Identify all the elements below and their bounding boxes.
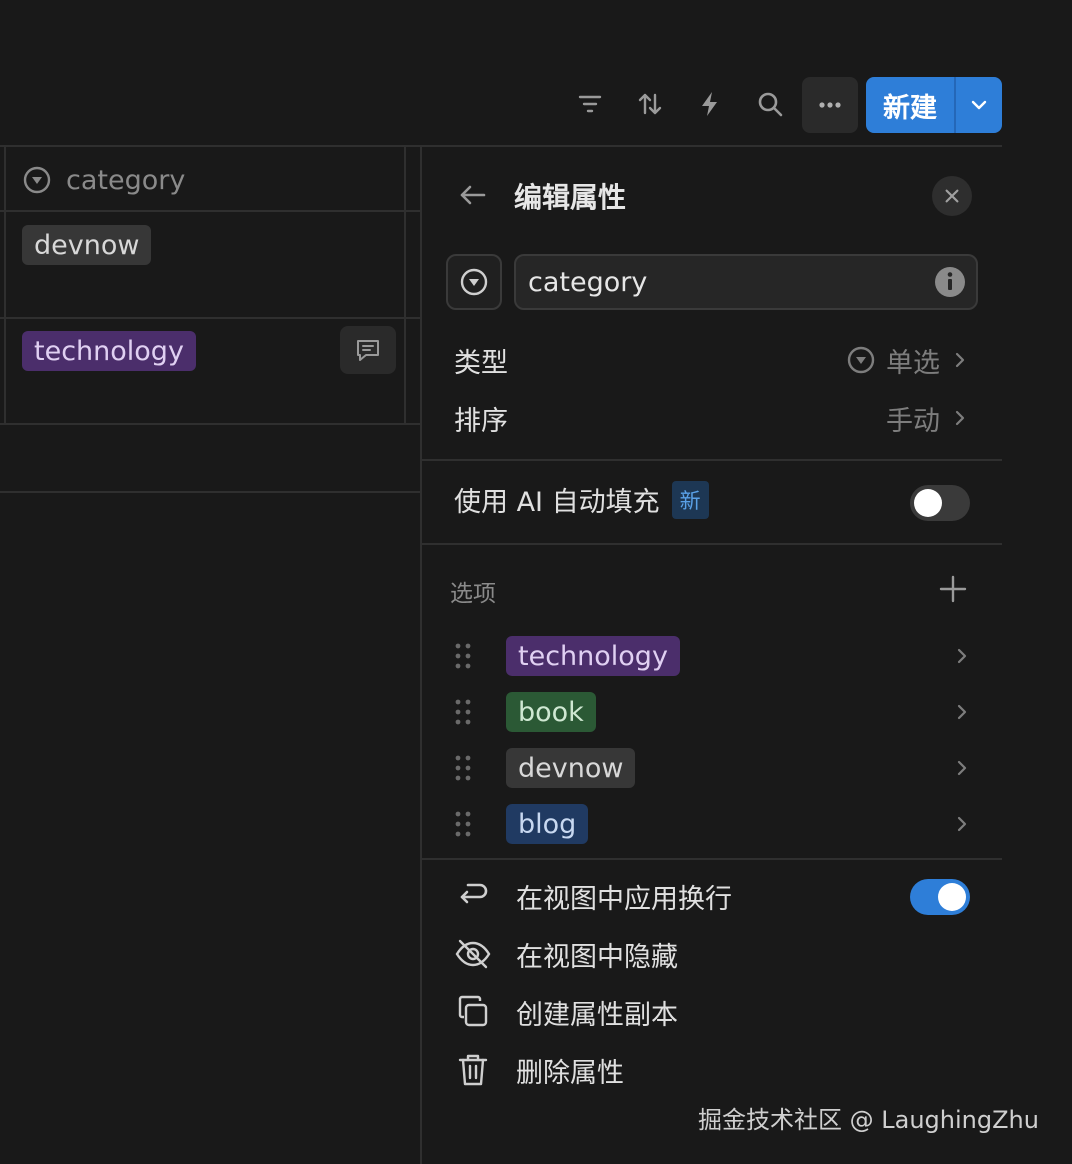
sort-label: 排序 [454, 405, 508, 437]
chevron-right-icon [955, 410, 965, 426]
duplicate-property-row[interactable]: 创建属性副本 [454, 988, 974, 1036]
options-section-label: 选项 [450, 581, 496, 607]
column-divider [404, 146, 406, 424]
row-divider [0, 317, 420, 319]
cell-tag[interactable]: technology [22, 331, 196, 371]
delete-property-row[interactable]: 删除属性 [454, 1046, 974, 1094]
wrap-in-view-row[interactable]: 在视图中应用换行 [454, 872, 974, 920]
delete-property-label: 删除属性 [516, 1057, 624, 1089]
type-label: 类型 [454, 347, 508, 379]
option-tag: book [506, 692, 596, 732]
close-button[interactable] [932, 176, 972, 216]
chevron-right-icon [957, 760, 967, 776]
chevron-right-icon [957, 704, 967, 720]
chevron-right-icon [957, 648, 967, 664]
select-type-icon [460, 268, 488, 296]
toggle-knob [914, 489, 942, 517]
panel-divider [422, 543, 1002, 545]
drag-handle-icon[interactable] [452, 753, 474, 783]
view-toolbar: 新建 [0, 76, 1072, 134]
type-value: 单选 [886, 347, 940, 379]
new-button-group: 新建 [866, 77, 1002, 133]
option-row[interactable]: book [452, 690, 972, 734]
property-sort-row[interactable]: 排序 手动 [454, 394, 970, 442]
more-icon [819, 102, 841, 108]
option-tag: devnow [506, 748, 636, 788]
new-badge: 新 [671, 480, 709, 519]
panel-divider [422, 858, 1002, 860]
search-icon[interactable] [750, 84, 790, 124]
column-header-label: category [66, 164, 186, 196]
select-type-icon [847, 346, 875, 374]
drag-handle-icon[interactable] [452, 809, 474, 839]
hide-in-view-label: 在视图中隐藏 [516, 941, 678, 973]
trash-icon [458, 1054, 488, 1086]
chevron-down-icon [971, 100, 987, 110]
column-header-category[interactable]: category [22, 160, 185, 200]
sort-icon[interactable] [630, 84, 670, 124]
sort-value: 手动 [886, 405, 940, 437]
select-type-icon [23, 166, 51, 194]
lightning-icon[interactable] [690, 84, 730, 124]
filter-icon[interactable] [570, 84, 610, 124]
duplicate-property-label: 创建属性副本 [516, 999, 678, 1031]
new-dropdown-button[interactable] [956, 77, 1002, 133]
panel-divider [422, 459, 1002, 461]
table-bottom-divider [0, 491, 420, 493]
duplicate-icon [458, 995, 488, 1027]
option-row[interactable]: technology [452, 634, 972, 678]
property-type-row[interactable]: 类型 单选 [454, 336, 970, 384]
panel-title: 编辑属性 [514, 181, 627, 214]
add-option-icon[interactable] [938, 574, 968, 604]
property-icon-button[interactable] [446, 254, 502, 310]
new-button[interactable]: 新建 [866, 77, 954, 133]
more-button[interactable] [802, 77, 858, 133]
watermark: 掘金技术社区 @ LaughingZhu [698, 1106, 1039, 1134]
chevron-right-icon [955, 352, 965, 368]
option-row[interactable]: blog [452, 802, 972, 846]
option-tag: blog [506, 804, 589, 844]
ai-autofill-row: 使用 AI 自动填充 新 [454, 480, 709, 519]
drag-handle-icon[interactable] [452, 641, 474, 671]
hide-in-view-row[interactable]: 在视图中隐藏 [454, 930, 974, 978]
row-divider [0, 423, 420, 425]
option-tag: technology [506, 636, 680, 676]
wrap-in-view-label: 在视图中应用换行 [516, 883, 732, 915]
info-icon[interactable] [934, 266, 966, 298]
toolbar-divider [0, 145, 1002, 147]
eye-off-icon [455, 939, 491, 969]
property-name-input[interactable] [514, 254, 978, 310]
wrap-text-icon [460, 883, 488, 904]
chevron-right-icon [957, 816, 967, 832]
drag-handle-icon[interactable] [452, 697, 474, 727]
back-arrow-icon[interactable] [456, 178, 490, 212]
edit-property-panel: 编辑属性 类型 单选 排序 手动 使用 AI 自动填充 新 选项 technol… [422, 148, 1002, 1164]
cell-tag[interactable]: devnow [22, 225, 152, 265]
option-row[interactable]: devnow [452, 746, 972, 790]
ai-autofill-toggle[interactable] [910, 485, 970, 521]
close-icon [945, 189, 959, 203]
header-divider [0, 210, 420, 212]
toggle-knob [938, 883, 966, 911]
column-divider [4, 146, 6, 424]
ai-autofill-label: 使用 AI 自动填充 [454, 487, 660, 518]
comment-button[interactable] [340, 326, 396, 374]
wrap-in-view-toggle[interactable] [910, 879, 970, 915]
comment-icon [357, 340, 379, 361]
